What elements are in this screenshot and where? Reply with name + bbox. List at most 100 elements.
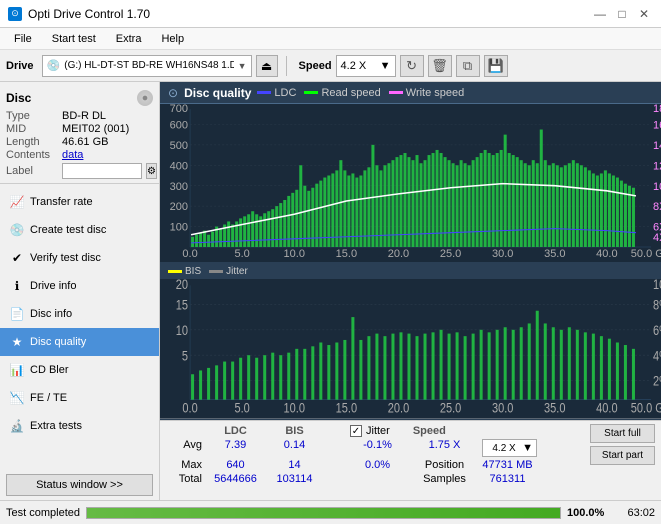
copy-button[interactable]: ⧉ — [456, 55, 480, 77]
content-title: Disc quality — [184, 86, 251, 100]
content-panel: ⊙ Disc quality LDC Read speed Write spee… — [160, 82, 661, 500]
create-test-disc-icon: 💿 — [10, 223, 24, 237]
jitter-section: Jitter — [350, 424, 390, 438]
ldc-label: LDC — [274, 87, 296, 99]
sidebar-item-label: Disc quality — [30, 336, 86, 348]
fe-te-icon: 📉 — [10, 391, 24, 405]
stats-total-jitter — [350, 472, 405, 486]
refresh-button[interactable]: ↻ — [400, 55, 424, 77]
stats-avg-speed: 1.75 X — [417, 438, 472, 458]
stats-position-label: Position — [417, 458, 472, 472]
disc-label-input[interactable] — [62, 163, 142, 179]
save-button[interactable]: 💾 — [484, 55, 508, 77]
svg-text:20.0: 20.0 — [388, 400, 409, 416]
read-color-swatch — [304, 91, 318, 94]
disc-contents-value[interactable]: data — [62, 149, 83, 161]
svg-text:0.0: 0.0 — [182, 248, 197, 260]
svg-text:10.0: 10.0 — [284, 400, 305, 416]
legend-jitter: Jitter — [209, 266, 248, 277]
svg-text:400: 400 — [170, 160, 188, 172]
sidebar-item-label: FE / TE — [30, 392, 67, 404]
stats-avg-label: Avg — [166, 438, 204, 458]
sidebar-item-cd-bler[interactable]: 📊 CD Bler — [0, 356, 159, 384]
erase-button[interactable]: 🗑 — [428, 55, 452, 77]
disc-label-button[interactable]: ⚙ — [146, 163, 157, 179]
bis-jitter-legend: BIS Jitter — [160, 263, 661, 279]
progress-bar — [86, 507, 561, 519]
content-header-icon: ⊙ — [168, 86, 178, 100]
sidebar-item-label: Transfer rate — [30, 196, 93, 208]
svg-text:10: 10 — [176, 323, 188, 339]
jitter-label: Jitter — [226, 266, 248, 277]
sidebar-item-transfer-rate[interactable]: 📈 Transfer rate — [0, 188, 159, 216]
stats-avg-row: Avg 7.39 0.14 -0.1% 1.75 X 4.2 X ▼ — [166, 438, 582, 458]
sidebar-item-create-test-disc[interactable]: 💿 Create test disc — [0, 216, 159, 244]
svg-text:15: 15 — [176, 298, 188, 314]
jitter-checkbox[interactable] — [350, 425, 362, 437]
svg-text:50.0 GB: 50.0 GB — [631, 248, 661, 260]
sidebar-item-verify-test-disc[interactable]: ✔ Verify test disc — [0, 244, 159, 272]
stats-total-ldc: 5644666 — [208, 472, 263, 486]
maximize-button[interactable]: □ — [613, 5, 631, 23]
disc-label: Disc — [6, 91, 31, 105]
svg-text:50.0 GB: 50.0 GB — [631, 400, 661, 416]
sidebar-item-label: Create test disc — [30, 224, 106, 236]
stats-total-bis: 103114 — [267, 472, 322, 486]
svg-text:16X: 16X — [653, 119, 661, 131]
chart-legend: LDC Read speed Write speed — [257, 87, 464, 99]
start-part-button[interactable]: Start part — [590, 446, 655, 465]
sidebar-item-disc-info[interactable]: 📄 Disc info — [0, 300, 159, 328]
svg-text:35.0: 35.0 — [544, 400, 565, 416]
stats-samples-label: Samples — [417, 472, 472, 486]
svg-text:700: 700 — [170, 104, 188, 115]
app-title: Opti Drive Control 1.70 — [28, 7, 150, 21]
close-button[interactable]: ✕ — [635, 5, 653, 23]
start-full-button[interactable]: Start full — [590, 424, 655, 443]
speed-select[interactable]: 4.2 X ▼ — [336, 55, 396, 77]
sidebar-item-fe-te[interactable]: 📉 FE / TE — [0, 384, 159, 412]
disc-type-row: Type BD-R DL — [6, 110, 153, 122]
svg-text:500: 500 — [170, 140, 188, 152]
sidebar-item-disc-quality[interactable]: ★ Disc quality — [0, 328, 159, 356]
disc-info-section: Disc Type BD-R DL MID MEIT02 (001) Lengt… — [0, 86, 159, 184]
stats-total-row: Total 5644666 103114 Samples 761311 — [166, 472, 582, 486]
bis-chart-svg: 20 15 10 5 10% 8% 6% 4% 2% 0.0 5.0 10.0 … — [160, 279, 661, 419]
drive-select[interactable]: 💿 (G:) HL-DT-ST BD-RE WH16NS48 1.D3 ▼ — [42, 55, 252, 77]
menu-file[interactable]: File — [6, 31, 40, 47]
svg-text:5: 5 — [182, 348, 188, 364]
sidebar-nav: 📈 Transfer rate 💿 Create test disc ✔ Ver… — [0, 188, 159, 470]
extra-tests-icon: 🔬 — [10, 419, 24, 433]
drive-label: Drive — [6, 60, 34, 72]
disc-label-label: Label — [6, 165, 58, 177]
disc-header-left: Disc — [6, 91, 31, 105]
jitter-color-swatch — [209, 270, 223, 273]
sidebar-item-label: Disc info — [30, 308, 72, 320]
svg-text:12X: 12X — [653, 160, 661, 172]
bis-color-swatch — [168, 270, 182, 273]
menu-extra[interactable]: Extra — [108, 31, 150, 47]
svg-text:15.0: 15.0 — [336, 400, 357, 416]
minimize-button[interactable]: — — [591, 5, 609, 23]
svg-text:20.0: 20.0 — [388, 248, 409, 260]
speed-select-dropdown[interactable]: 4.2 X ▼ — [482, 439, 537, 457]
speed-label: Speed — [299, 60, 332, 72]
toolbar: Drive 💿 (G:) HL-DT-ST BD-RE WH16NS48 1.D… — [0, 50, 661, 82]
status-window-button[interactable]: Status window >> — [6, 474, 153, 496]
sidebar-item-extra-tests[interactable]: 🔬 Extra tests — [0, 412, 159, 440]
stats-speed-dropdown[interactable]: 4.2 X ▼ — [480, 438, 539, 458]
sidebar-item-drive-info[interactable]: ℹ Drive info — [0, 272, 159, 300]
jitter-check-label: Jitter — [366, 425, 390, 437]
menu-help[interactable]: Help — [153, 31, 192, 47]
drive-info-icon: ℹ — [10, 279, 24, 293]
speed-dropdown-val: 4.2 X — [486, 443, 522, 454]
charts-container: 700 600 500 400 300 200 100 18X 16X 14X … — [160, 104, 661, 420]
eject-button[interactable]: ⏏ — [256, 55, 278, 77]
disc-type-value: BD-R DL — [62, 110, 106, 122]
write-label: Write speed — [406, 87, 465, 99]
svg-text:14X: 14X — [653, 140, 661, 152]
svg-text:6%: 6% — [653, 323, 661, 339]
svg-text:5.0: 5.0 — [235, 248, 250, 260]
stats-header-speed: Speed — [402, 424, 457, 438]
menu-start-test[interactable]: Start test — [44, 31, 104, 47]
svg-text:25.0: 25.0 — [440, 248, 461, 260]
